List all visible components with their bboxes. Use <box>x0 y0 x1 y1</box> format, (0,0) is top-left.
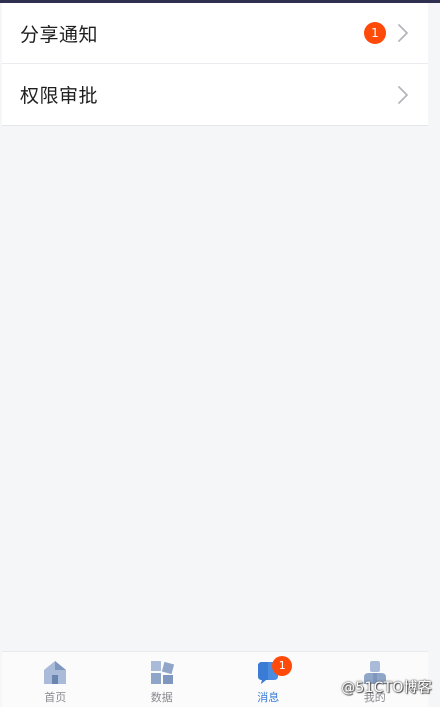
tab-messages[interactable]: 1 消息 <box>215 652 322 707</box>
tab-data[interactable]: 数据 <box>109 652 216 707</box>
list-item-label: 分享通知 <box>20 23 99 46</box>
tab-label: 数据 <box>150 691 173 704</box>
chevron-right-icon <box>398 85 408 104</box>
watermark: @51CTO博客 <box>341 680 432 696</box>
tab-label: 首页 <box>44 691 67 704</box>
list-item-share-notification[interactable]: 分享通知 1 <box>2 3 428 63</box>
home-icon <box>44 661 67 684</box>
notification-list: 分享通知 1 权限审批 <box>2 3 428 126</box>
list-item-label: 权限审批 <box>20 85 99 107</box>
data-icon <box>150 661 174 684</box>
tab-unread-badge: 1 <box>272 656 293 676</box>
tab-home[interactable]: 首页 <box>2 652 109 707</box>
list-item-permission-approval[interactable]: 权限审批 <box>2 63 428 125</box>
unread-badge: 1 <box>364 22 386 44</box>
page: 分享通知 1 权限审批 首页 数据 1 消息 我的 <box>2 3 428 707</box>
tab-label: 消息 <box>257 691 280 704</box>
chevron-right-icon <box>398 24 408 42</box>
